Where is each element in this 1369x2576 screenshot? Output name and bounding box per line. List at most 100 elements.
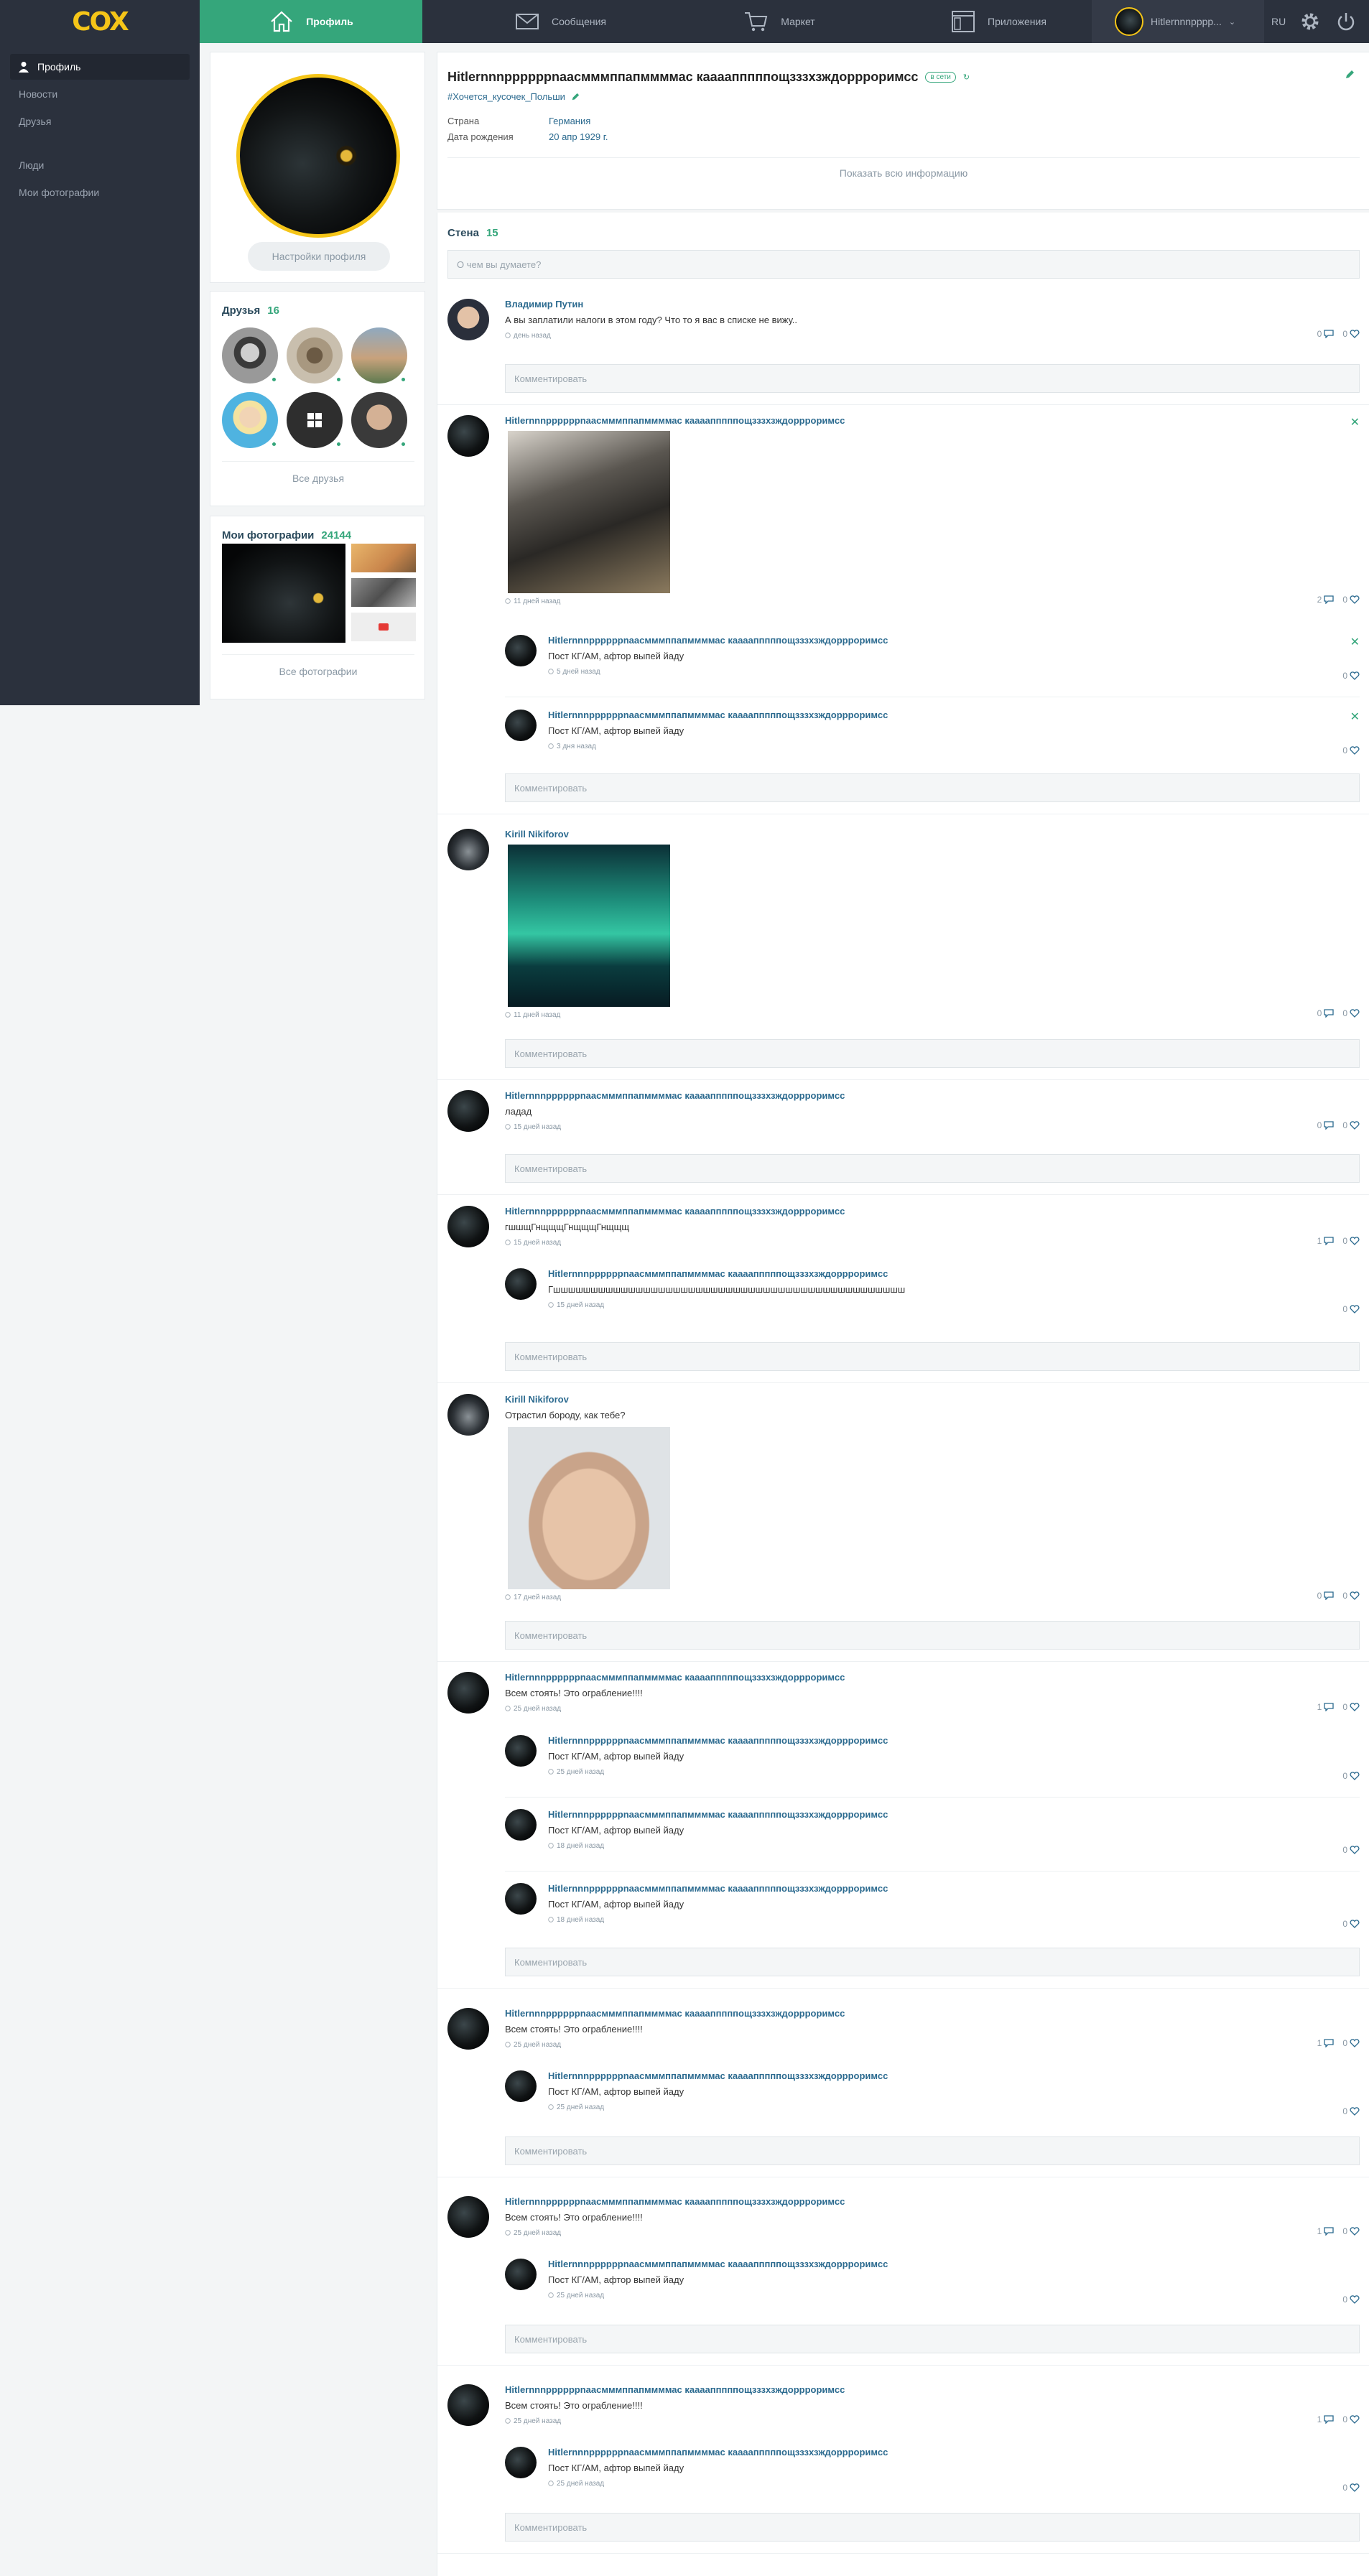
all-photos-link[interactable]: Все фотографии [210,666,426,677]
country-value[interactable]: Германия [549,116,590,126]
sidebar-item-friends[interactable]: Друзья [10,108,190,134]
avatar[interactable] [447,1394,489,1436]
tab-profile[interactable]: Профиль [200,0,422,43]
sidebar-item-people[interactable]: Люди [10,152,190,178]
post-image[interactable] [508,431,670,593]
comment-author[interactable]: Hitlernnnppppppnaacмммппапммммас каааапп… [548,1809,888,1820]
post-author[interactable]: Kirill Nikiforov [505,829,569,840]
comment-author[interactable]: Hitlernnnppppppnaacмммппапммммас каааапп… [548,635,888,646]
avatar[interactable] [447,415,489,457]
avatar[interactable] [505,2447,537,2478]
photo-thumbnail[interactable] [351,578,416,607]
comments-counter[interactable]: 1 [1317,2414,1335,2424]
photo-thumbnail[interactable] [351,613,416,641]
post-author[interactable]: Hitlernnnppppppnaacмммппапммммас каааапп… [505,1206,845,1217]
comment-author[interactable]: Hitlernnnppppppnaacмммппапммммас каааапп… [548,2070,888,2081]
avatar[interactable] [505,1735,537,1767]
site-logo[interactable]: COX [0,0,200,43]
edit-status-icon[interactable] [571,93,580,101]
photo-thumbnail[interactable] [222,544,345,643]
status-text[interactable]: #Хочется_кусочек_Польши [447,91,565,102]
comments-counter[interactable]: 2 [1317,595,1335,605]
friend-avatar[interactable] [222,327,278,383]
close-icon[interactable]: ✕ [1350,710,1360,724]
likes-counter[interactable]: 0 [1342,1008,1360,1018]
likes-counter[interactable]: 0 [1342,1236,1360,1246]
comment-input[interactable]: Комментировать [505,1039,1360,1068]
sidebar-item-profile[interactable]: Профиль [10,54,190,80]
edit-pencil-icon[interactable] [1345,70,1355,80]
comment-input[interactable]: Комментировать [505,773,1360,802]
comments-counter[interactable]: 0 [1317,1008,1335,1018]
comments-counter[interactable]: 0 [1317,1591,1335,1601]
avatar[interactable] [505,2259,537,2290]
likes-counter[interactable]: 0 [1342,329,1360,339]
friend-avatar[interactable] [287,327,343,383]
likes-counter[interactable]: 0 [1342,1771,1360,1781]
close-icon[interactable]: ✕ [1350,415,1360,429]
comment-input[interactable]: Комментировать [505,1342,1360,1371]
profile-settings-button[interactable]: Настройки профиля [248,242,390,271]
sidebar-item-photos[interactable]: Мои фотографии [10,180,190,205]
post-image[interactable] [508,845,670,1007]
likes-counter[interactable]: 0 [1342,1702,1360,1712]
comments-counter[interactable]: 0 [1317,1120,1335,1130]
avatar[interactable] [447,1206,489,1247]
likes-counter[interactable]: 0 [1342,2483,1360,2493]
post-author[interactable]: Hitlernnnppppppnaacмммппапммммас каааапп… [505,1672,845,1683]
comment-input[interactable]: Комментировать [505,1621,1360,1650]
avatar[interactable] [447,2384,489,2426]
likes-counter[interactable]: 0 [1342,1845,1360,1855]
refresh-icon[interactable]: ↻ [963,73,970,82]
gear-icon[interactable] [1299,10,1322,33]
power-icon[interactable] [1335,10,1358,33]
likes-counter[interactable]: 0 [1342,1120,1360,1130]
likes-counter[interactable]: 0 [1342,1591,1360,1601]
profile-avatar[interactable] [236,74,400,238]
avatar[interactable] [447,1090,489,1132]
avatar[interactable] [505,1883,537,1915]
comment-input[interactable]: Комментировать [505,2513,1360,2542]
comment-author[interactable]: Hitlernnnppppppnaacмммппапммммас каааапп… [548,1268,888,1279]
avatar[interactable] [505,1268,537,1300]
comment-input[interactable]: Комментировать [505,1154,1360,1183]
user-menu[interactable]: Hitlernnnpppp... ⌄ [1092,0,1264,43]
avatar[interactable] [447,299,489,340]
avatar[interactable] [505,1809,537,1841]
post-image[interactable] [508,1427,670,1589]
post-author[interactable]: Hitlernnnppppppnaacмммппапммммас каааапп… [505,2196,845,2207]
avatar[interactable] [447,829,489,870]
avatar[interactable] [447,2008,489,2050]
comment-author[interactable]: Hitlernnnppppppnaacмммппапммммас каааапп… [548,1735,888,1746]
comments-counter[interactable]: 1 [1317,1702,1335,1712]
post-author[interactable]: Hitlernnnppppppnaacмммппапммммас каааапп… [505,415,845,426]
likes-counter[interactable]: 0 [1342,2106,1360,2116]
post-author[interactable]: Kirill Nikiforov [505,1394,569,1405]
comment-author[interactable]: Hitlernnnppppppnaacмммппапммммас каааапп… [548,2259,888,2269]
comment-input[interactable]: Комментировать [505,2325,1360,2353]
likes-counter[interactable]: 0 [1342,1304,1360,1314]
likes-counter[interactable]: 0 [1342,745,1360,755]
friend-avatar[interactable] [222,392,278,448]
all-friends-link[interactable]: Все друзья [210,473,426,484]
tab-apps[interactable]: Приложения [927,0,1070,43]
sidebar-item-news[interactable]: Новости [10,81,190,107]
avatar[interactable] [505,635,537,666]
show-all-info-link[interactable]: Показать всю информацию [437,167,1369,179]
language-selector[interactable]: RU [1271,0,1286,43]
tab-market[interactable]: Маркет [718,0,840,43]
friend-avatar[interactable] [287,392,343,448]
likes-counter[interactable]: 0 [1342,595,1360,605]
comment-input[interactable]: Комментировать [505,2136,1360,2165]
comment-author[interactable]: Hitlernnnppppppnaacмммппапммммас каааапп… [548,2447,888,2458]
friend-avatar[interactable] [351,327,407,383]
likes-counter[interactable]: 0 [1342,2414,1360,2424]
comment-author[interactable]: Hitlernnnppppppnaacмммппапммммас каааапп… [548,710,888,720]
likes-counter[interactable]: 0 [1342,2294,1360,2305]
avatar[interactable] [505,2070,537,2102]
close-icon[interactable]: ✕ [1350,635,1360,649]
friend-avatar[interactable] [351,392,407,448]
avatar[interactable] [447,2196,489,2238]
post-author[interactable]: Hitlernnnppppppnaacмммппапммммас каааапп… [505,1090,845,1101]
comments-counter[interactable]: 1 [1317,2038,1335,2048]
